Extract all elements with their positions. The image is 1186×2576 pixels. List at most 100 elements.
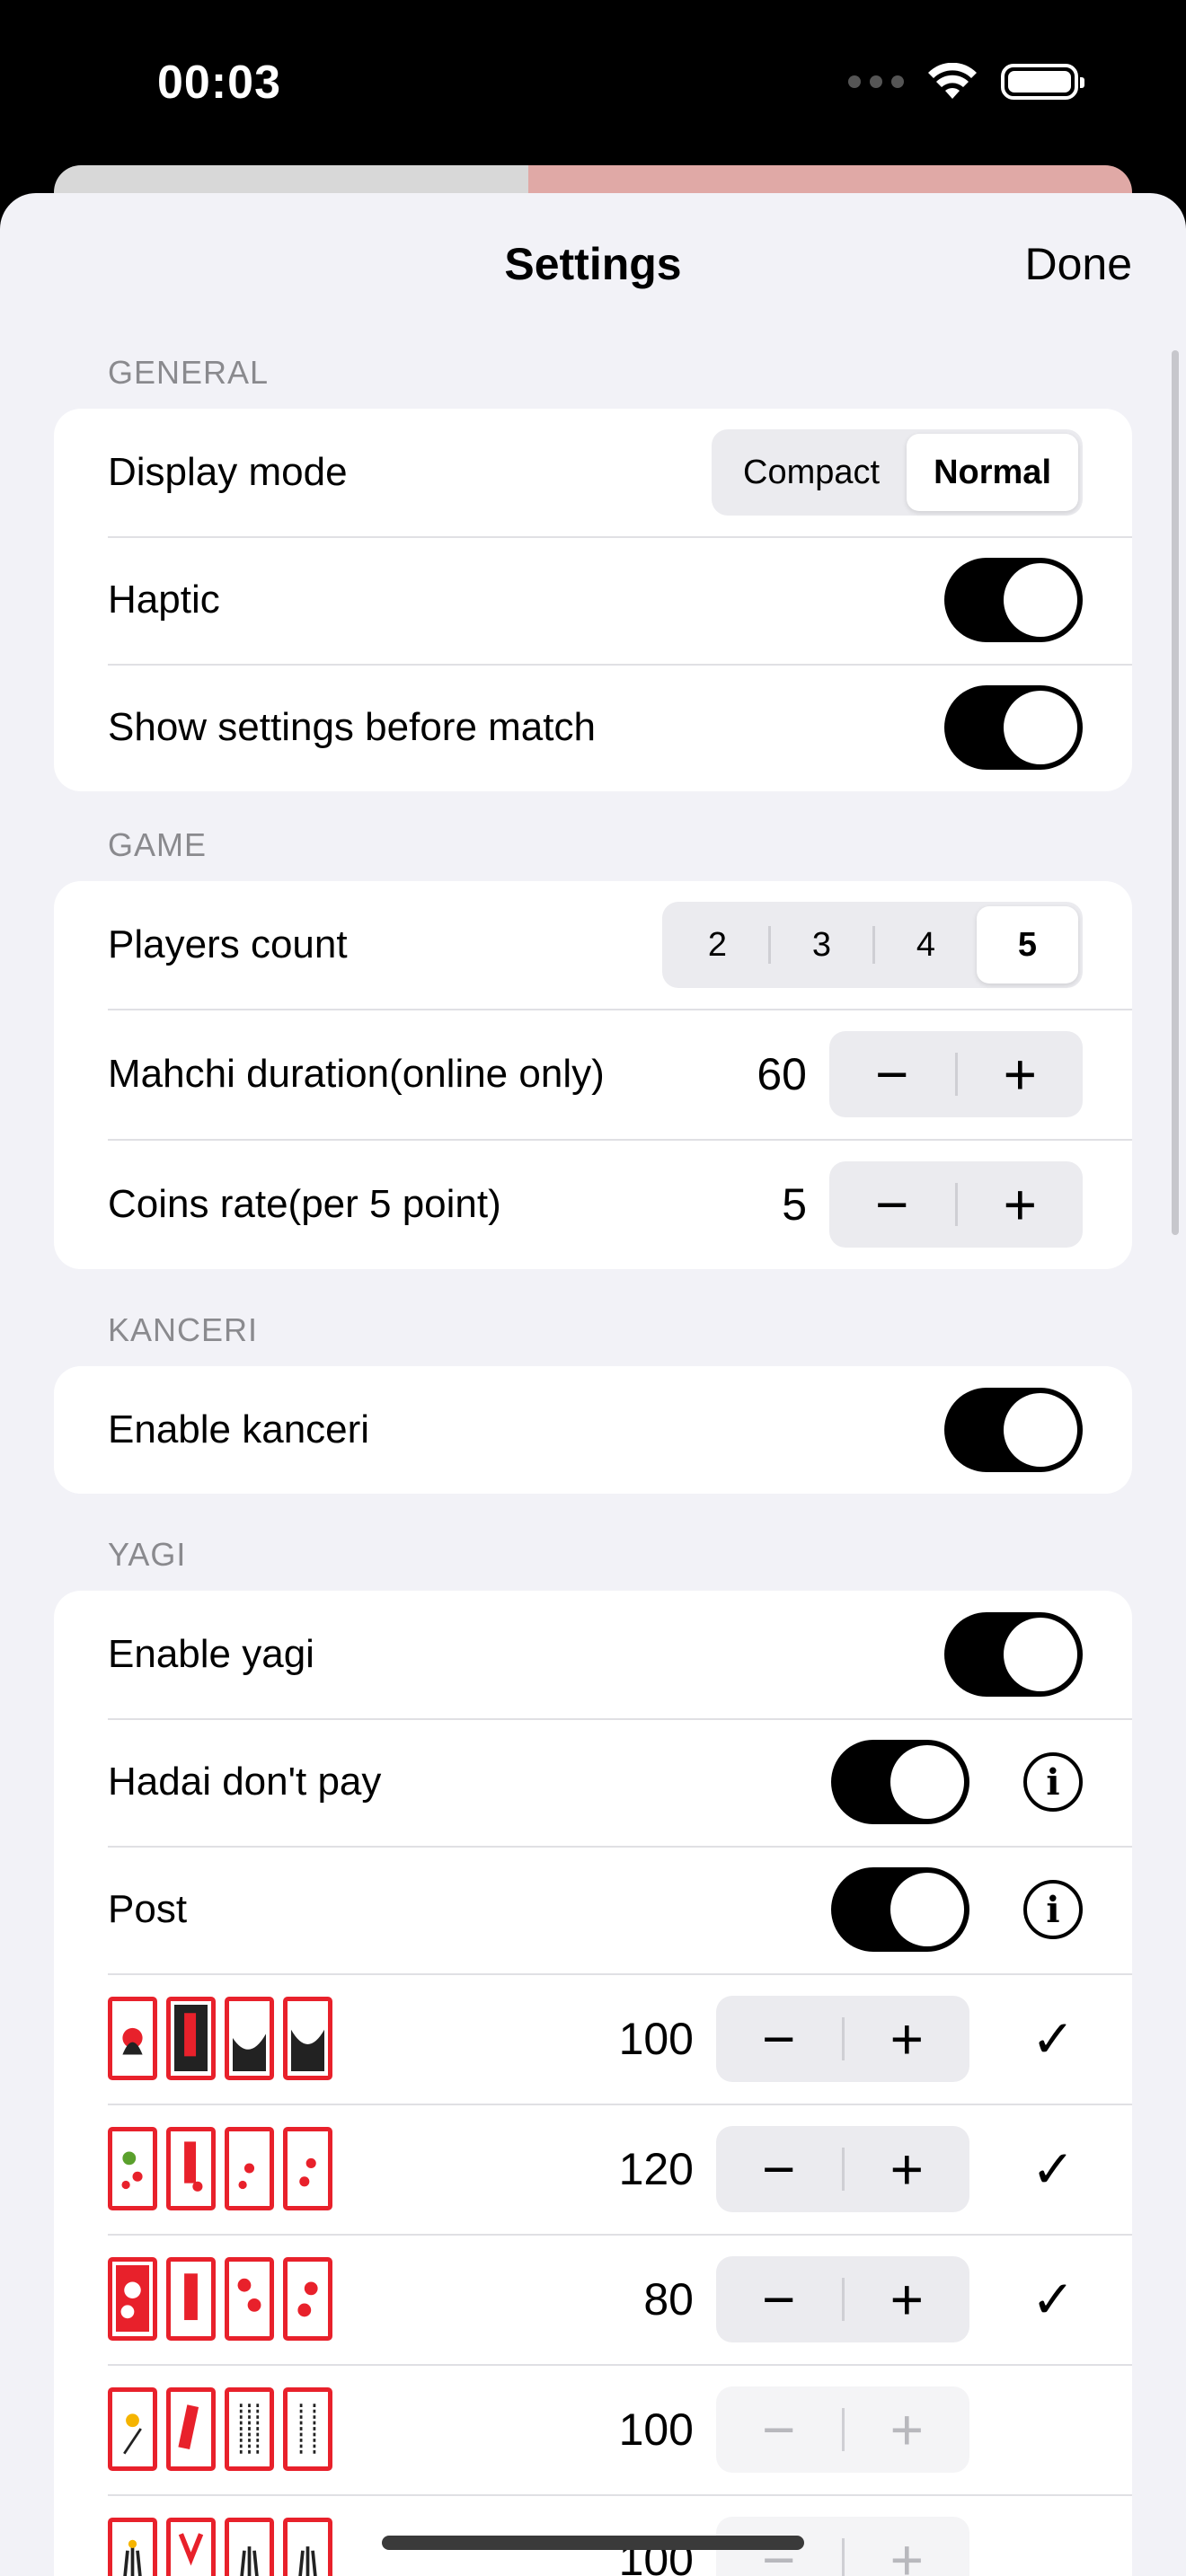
enable-yagi-row: Enable yagi <box>54 1591 1132 1718</box>
yagi-combo-row: 120 − + ✓ <box>54 2104 1132 2234</box>
wifi-icon <box>928 63 977 99</box>
hanafuda-cards-pine <box>108 1997 619 2080</box>
section-header-game: GAME <box>108 826 208 863</box>
mahchi-duration-label: Mahchi duration(online only) <box>108 1051 605 1096</box>
card-image <box>108 2127 157 2210</box>
show-settings-toggle[interactable] <box>944 685 1083 770</box>
hadai-toggle[interactable] <box>831 1740 969 1824</box>
card-image <box>166 1997 216 2080</box>
card-image <box>108 2518 157 2576</box>
section-header-kanceri: KANCERI <box>108 1311 259 1348</box>
increment-button[interactable]: + <box>845 2256 970 2342</box>
hadai-label: Hadai don't pay <box>108 1760 382 1804</box>
players-option-3[interactable]: 3 <box>771 906 872 984</box>
card-image <box>225 2518 274 2576</box>
card-image <box>166 2127 216 2210</box>
card-image <box>283 1997 332 2080</box>
players-option-5[interactable]: 5 <box>977 906 1078 984</box>
yagi-group: Enable yagi Hadai don't pay i Post i 100… <box>54 1591 1132 2576</box>
post-row: Post i <box>54 1846 1132 1973</box>
status-icons <box>848 63 1084 101</box>
decrement-button[interactable]: − <box>716 2126 842 2212</box>
haptic-toggle[interactable] <box>944 558 1083 642</box>
status-time: 00:03 <box>157 57 281 109</box>
enable-yagi-toggle[interactable] <box>944 1612 1083 1697</box>
increment-button[interactable]: + <box>845 2126 970 2212</box>
players-count-segmented-control: 2 3 4 5 <box>662 902 1083 988</box>
combo-value: 100 <box>618 2404 694 2455</box>
done-button[interactable]: Done <box>1024 238 1132 290</box>
increment-button[interactable]: + <box>845 1996 970 2082</box>
card-image <box>225 1997 274 2080</box>
checkmark-icon[interactable]: ✓ <box>1023 2269 1083 2330</box>
card-image <box>283 2257 332 2341</box>
decrement-button[interactable]: − <box>716 2386 842 2473</box>
card-image <box>283 2127 332 2210</box>
card-image <box>166 2518 216 2576</box>
increment-button[interactable]: + <box>845 2517 970 2576</box>
display-mode-row: Display mode Compact Normal <box>54 409 1132 536</box>
combo-stepper: − + <box>716 1995 970 2082</box>
combo-value: 80 <box>643 2273 694 2325</box>
players-count-row: Players count 2 3 4 5 <box>54 881 1132 1009</box>
hanafuda-cards-plum <box>108 2127 619 2210</box>
settings-sheet: Settings Done GENERAL Display mode Compa… <box>0 193 1186 2576</box>
hanafuda-cards-cherry <box>108 2257 643 2341</box>
decrement-button[interactable]: − <box>716 2256 842 2342</box>
card-image <box>225 2257 274 2341</box>
combo-stepper: − + <box>716 2255 970 2342</box>
card-image <box>225 2387 274 2471</box>
display-mode-option-normal[interactable]: Normal <box>907 434 1078 511</box>
haptic-label: Haptic <box>108 578 220 622</box>
decrement-button[interactable]: − <box>829 1031 955 1117</box>
show-settings-row: Show settings before match <box>54 664 1132 791</box>
card-image <box>166 2387 216 2471</box>
mahchi-duration-row: Mahchi duration(online only) 60 − + <box>54 1009 1132 1139</box>
increment-button[interactable]: + <box>958 1161 1084 1248</box>
checkmark-icon[interactable]: ✓ <box>1023 2008 1083 2069</box>
status-bar: 00:03 <box>0 0 1186 171</box>
combo-stepper: − + <box>716 2125 970 2212</box>
enable-yagi-label: Enable yagi <box>108 1632 314 1676</box>
kanceri-group: Enable kanceri <box>54 1366 1132 1494</box>
post-label: Post <box>108 1887 188 1931</box>
yagi-combo-row: 80 − + ✓ <box>54 2234 1132 2364</box>
coins-rate-value: 5 <box>782 1178 807 1230</box>
yagi-combo-row: 100 − + <box>54 2364 1132 2494</box>
yagi-combo-row: 100 − + ✓ <box>54 1973 1132 2104</box>
display-mode-segmented-control: Compact Normal <box>712 429 1083 516</box>
sheet-header: Settings Done <box>0 193 1186 337</box>
combo-value: 120 <box>618 2143 694 2194</box>
coins-rate-stepper: − + <box>829 1160 1084 1248</box>
card-image <box>283 2518 332 2576</box>
post-toggle[interactable] <box>831 1867 969 1952</box>
display-mode-label: Display mode <box>108 450 348 494</box>
checkmark-icon[interactable]: ✓ <box>1023 2139 1083 2200</box>
card-image <box>283 2387 332 2471</box>
combo-stepper: − + <box>716 2386 969 2473</box>
card-image <box>166 2257 216 2341</box>
players-option-4[interactable]: 4 <box>875 906 977 984</box>
coins-rate-row: Coins rate(per 5 point) 5 − + <box>54 1139 1132 1269</box>
enable-kanceri-row: Enable kanceri <box>54 1366 1132 1494</box>
info-icon[interactable]: i <box>1023 1752 1083 1812</box>
display-mode-option-compact[interactable]: Compact <box>716 434 907 511</box>
increment-button[interactable]: + <box>845 2386 970 2473</box>
increment-button[interactable]: + <box>958 1031 1084 1117</box>
combo-value: 100 <box>618 2013 694 2064</box>
players-option-2[interactable]: 2 <box>667 906 768 984</box>
hanafuda-cards-willow <box>108 2387 619 2471</box>
general-group: Display mode Compact Normal Haptic Show … <box>54 409 1132 791</box>
mahchi-duration-value: 60 <box>757 1048 807 1099</box>
decrement-button[interactable]: − <box>716 1996 842 2082</box>
card-image <box>108 2257 157 2341</box>
scroll-indicator[interactable] <box>1172 350 1179 1235</box>
mahchi-duration-stepper: − + <box>829 1030 1084 1117</box>
enable-kanceri-toggle[interactable] <box>944 1388 1083 1472</box>
info-icon[interactable]: i <box>1023 1880 1083 1939</box>
decrement-button[interactable]: − <box>829 1161 955 1248</box>
battery-icon <box>1001 64 1084 100</box>
players-count-label: Players count <box>108 922 348 966</box>
hadai-row: Hadai don't pay i <box>54 1718 1132 1846</box>
home-indicator[interactable] <box>382 2536 804 2550</box>
